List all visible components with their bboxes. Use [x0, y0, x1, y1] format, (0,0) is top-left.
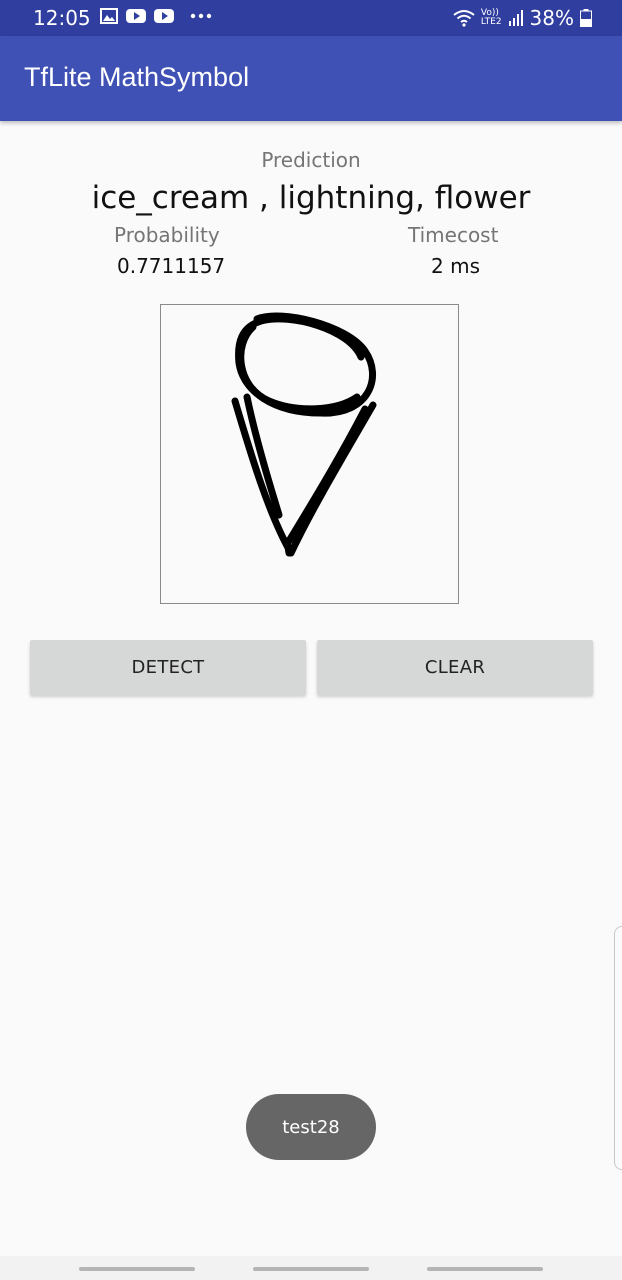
- timecost-label: Timecost: [408, 223, 499, 247]
- more-dots-icon: [190, 13, 212, 19]
- ice-cream-sketch: [231, 312, 377, 557]
- network-label-bottom: LTE2: [480, 17, 502, 27]
- probability-value: 0.7711157: [117, 254, 226, 278]
- probability-label: Probability: [114, 223, 220, 247]
- nav-home-button[interactable]: [253, 1267, 369, 1271]
- nav-recents-button[interactable]: [79, 1267, 195, 1271]
- signal-icon: [508, 10, 523, 26]
- youtube-icon: [126, 9, 146, 23]
- timecost-value: 2 ms: [431, 254, 480, 278]
- edge-panel-handle[interactable]: [614, 926, 622, 1170]
- toast-message: test28: [246, 1094, 376, 1160]
- youtube-icon: [154, 9, 174, 23]
- app-bar: TfLite MathSymbol: [0, 36, 622, 121]
- system-icons: Vo)) LTE2 38%: [453, 6, 592, 30]
- wifi-icon: [453, 10, 475, 27]
- detect-button[interactable]: DETECT: [30, 640, 306, 695]
- status-time: 12:05: [33, 6, 91, 30]
- notification-icons: [100, 8, 212, 24]
- toast-text: test28: [282, 1116, 340, 1138]
- status-bar: 12:05 Vo)) LTE2 38%: [0, 0, 622, 36]
- image-icon: [100, 8, 118, 24]
- navigation-bar: [0, 1256, 622, 1280]
- prediction-value: ice_cream , lightning, flower: [91, 180, 531, 216]
- clear-button[interactable]: CLEAR: [317, 640, 593, 695]
- prediction-label: Prediction: [261, 148, 361, 172]
- volte-lte2-icon: Vo)) LTE2: [481, 9, 502, 27]
- app-title: TfLite MathSymbol: [24, 62, 250, 92]
- battery-icon: [580, 9, 592, 27]
- nav-back-button[interactable]: [427, 1267, 543, 1271]
- battery-percent: 38%: [529, 6, 574, 30]
- drawing-canvas[interactable]: [160, 304, 459, 604]
